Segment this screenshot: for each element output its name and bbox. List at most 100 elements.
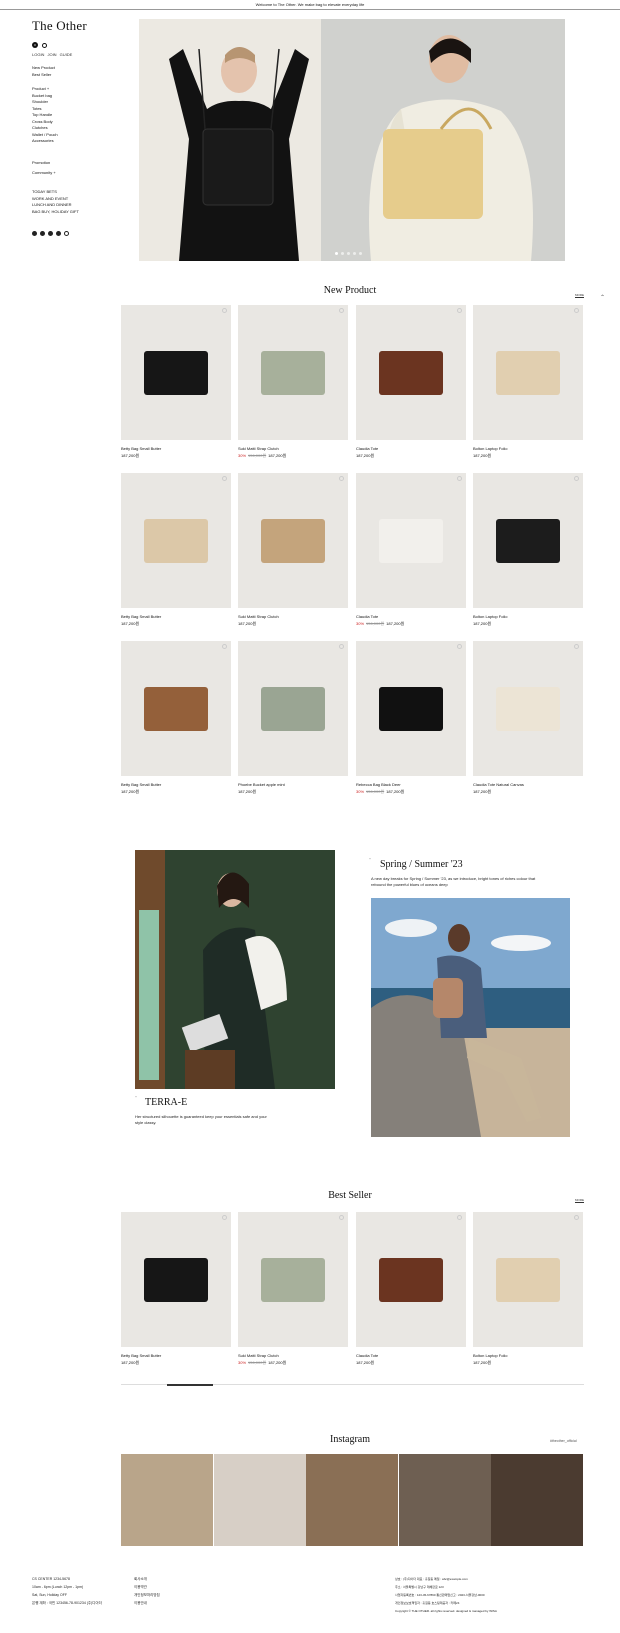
nav-item[interactable]: BAG BUY, HOLIDAY GIFT [32, 209, 79, 216]
hero-dot[interactable] [347, 252, 350, 255]
wishlist-heart-icon[interactable] [339, 476, 344, 481]
product-image[interactable] [238, 473, 348, 608]
product-name[interactable]: Betty Bag Small Butter [121, 614, 231, 619]
instagram-post[interactable] [491, 1454, 584, 1546]
product-card[interactable]: Suki Matti Strap Clutch 187,200원 [238, 473, 348, 627]
product-image[interactable] [356, 641, 466, 776]
instagram-icon[interactable] [64, 231, 69, 236]
product-name[interactable]: Suki Matti Strap Clutch [238, 1353, 348, 1358]
nav-item[interactable]: New Product [32, 65, 55, 72]
product-image[interactable] [356, 305, 466, 440]
product-card[interactable]: Claudia Tote 187,200원 [356, 1212, 466, 1366]
footer-link[interactable]: 개인정보처리방침 [134, 1591, 160, 1599]
product-name[interactable]: Claudia Tote [356, 1353, 466, 1358]
product-image[interactable] [121, 473, 231, 608]
wishlist-heart-icon[interactable] [457, 308, 462, 313]
footer-link[interactable]: 이용안내 [134, 1599, 160, 1607]
product-image[interactable] [473, 305, 583, 440]
wishlist-heart-icon[interactable] [339, 1215, 344, 1220]
product-image[interactable] [473, 1212, 583, 1347]
carousel-scrollbar-thumb[interactable] [167, 1383, 213, 1386]
product-card[interactable]: Betty Bag Small Butter 187,200원 [121, 473, 231, 627]
product-card[interactable]: Betty Bag Small Butter 187,200원 [121, 641, 231, 795]
site-logo[interactable]: The Other [32, 18, 87, 34]
hero-banner[interactable] [139, 19, 565, 262]
wishlist-heart-icon[interactable] [574, 1215, 579, 1220]
guide-link[interactable]: GUIDE [60, 52, 73, 57]
product-name[interactable]: Claudia Tote [356, 446, 466, 451]
search-icon[interactable] [42, 42, 47, 48]
product-name[interactable]: Suki Matti Strap Clutch [238, 614, 348, 619]
product-name[interactable]: Bolton Laptop Folio [473, 614, 583, 619]
product-name[interactable]: Claudia Tote [356, 614, 466, 619]
footer-link[interactable]: 이용약관 [134, 1583, 160, 1591]
product-name[interactable]: Betty Bag Small Butter [121, 446, 231, 451]
cart-count-badge[interactable]: 0 [32, 42, 38, 48]
new-product-more-link[interactable]: MORE [575, 293, 584, 298]
product-card[interactable]: Claudia Tote 187,200원 [356, 305, 466, 459]
footer-link[interactable]: 회사소개 [134, 1575, 160, 1583]
wishlist-heart-icon[interactable] [339, 308, 344, 313]
wishlist-heart-icon[interactable] [457, 476, 462, 481]
product-card[interactable]: Bolton Laptop Folio 187,200원 [473, 473, 583, 627]
product-name[interactable]: Claudia Tote Natural Canvas [473, 782, 583, 787]
product-image[interactable] [238, 1212, 348, 1347]
instagram-post[interactable] [306, 1454, 399, 1546]
naver-icon[interactable] [40, 231, 45, 236]
product-card[interactable]: Claudia Tote 30% 156,000원 187,200원 [356, 473, 466, 627]
carousel-scrollbar[interactable] [121, 1383, 584, 1386]
product-name[interactable]: Betty Bag Small Butter [121, 782, 231, 787]
product-card[interactable]: Claudia Tote Natural Canvas 187,200원 [473, 641, 583, 795]
join-link[interactable]: JOIN [47, 52, 56, 57]
best-seller-more-link[interactable]: MORE [575, 1198, 584, 1203]
hero-dot[interactable] [353, 252, 356, 255]
product-image[interactable] [238, 641, 348, 776]
product-name[interactable]: Bolton Laptop Folio [473, 1353, 583, 1358]
product-name[interactable]: Betty Bag Small Butter [121, 1353, 231, 1358]
wishlist-heart-icon[interactable] [457, 644, 462, 649]
instagram-post[interactable] [213, 1454, 306, 1546]
product-image[interactable] [121, 1212, 231, 1347]
login-link[interactable]: LOGIN [32, 52, 44, 57]
product-card[interactable]: Bolton Laptop Folio 187,200원 [473, 305, 583, 459]
nav-item[interactable]: Community + [32, 170, 56, 177]
product-image[interactable] [473, 641, 583, 776]
facebook-icon[interactable] [32, 231, 37, 236]
wishlist-heart-icon[interactable] [574, 644, 579, 649]
product-name[interactable]: Suki Matti Strap Clutch [238, 446, 348, 451]
instagram-post[interactable] [398, 1454, 491, 1546]
product-image[interactable] [356, 1212, 466, 1347]
blog-icon[interactable] [48, 231, 53, 236]
wishlist-heart-icon[interactable] [222, 308, 227, 313]
wishlist-heart-icon[interactable] [222, 1215, 227, 1220]
instagram-handle[interactable]: #theother_official [550, 1439, 577, 1443]
product-image[interactable] [356, 473, 466, 608]
terra-e-lookbook-image[interactable] [135, 850, 335, 1089]
wishlist-heart-icon[interactable] [574, 476, 579, 481]
hero-dot[interactable] [341, 252, 344, 255]
product-card[interactable]: Phoebe Bucket apple mint 187,200원 [238, 641, 348, 795]
hero-dot[interactable] [335, 252, 338, 255]
product-card[interactable]: Suki Matti Strap Clutch 30% 156,000원 187,20… [238, 1212, 348, 1366]
product-image[interactable] [121, 641, 231, 776]
product-name[interactable]: Rebecca Bag Black Deer [356, 782, 466, 787]
youtube-icon[interactable] [56, 231, 61, 236]
product-card[interactable]: Rebecca Bag Black Deer 30% 156,000원 187,200… [356, 641, 466, 795]
product-name[interactable]: Bolton Laptop Folio [473, 446, 583, 451]
spring-summer-lookbook-image[interactable] [371, 898, 570, 1137]
product-card[interactable]: Betty Bag Small Butter 187,200원 [121, 305, 231, 459]
nav-item[interactable]: Promotion [32, 160, 56, 167]
wishlist-heart-icon[interactable] [339, 644, 344, 649]
product-name[interactable]: Phoebe Bucket apple mint [238, 782, 348, 787]
nav-item[interactable]: Best Seller [32, 72, 55, 79]
wishlist-heart-icon[interactable] [222, 476, 227, 481]
product-card[interactable]: Bolton Laptop Folio 187,200원 [473, 1212, 583, 1366]
wishlist-heart-icon[interactable] [574, 308, 579, 313]
scroll-top-icon[interactable]: ⌃ [600, 294, 605, 301]
product-image[interactable] [121, 305, 231, 440]
product-card[interactable]: Betty Bag Small Butter 187,200원 [121, 1212, 231, 1366]
instagram-post[interactable] [121, 1454, 213, 1546]
product-image[interactable] [238, 305, 348, 440]
wishlist-heart-icon[interactable] [222, 644, 227, 649]
hero-dot[interactable] [359, 252, 362, 255]
